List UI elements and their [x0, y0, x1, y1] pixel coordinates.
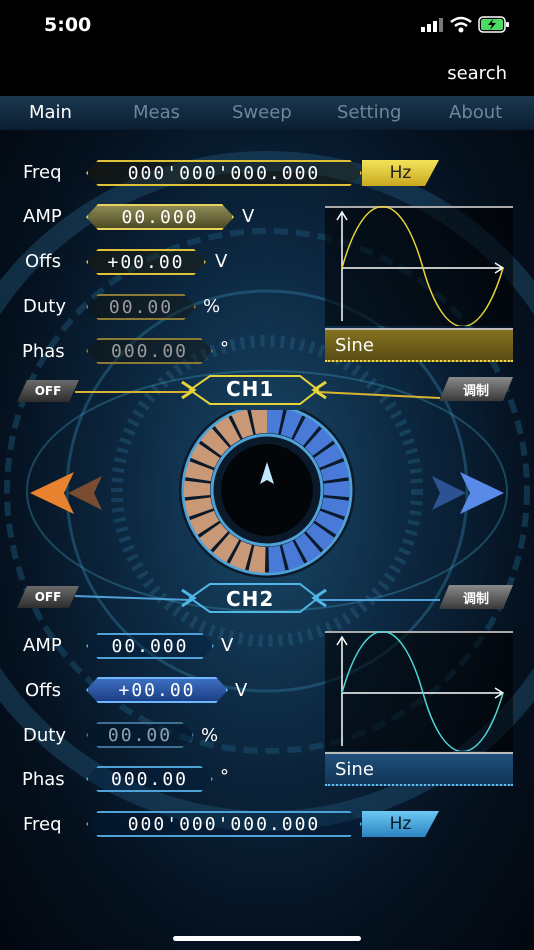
tab-main[interactable]: Main	[29, 102, 72, 123]
ch1-freq-label: Freq	[23, 162, 62, 183]
ch2-phas-field[interactable]: 000.00	[86, 766, 213, 792]
ch2-label: CH2	[226, 587, 275, 611]
ch1-amp-label: AMP	[23, 206, 62, 227]
status-bar: 5:00	[0, 0, 534, 55]
ch1-waveform-preview	[325, 206, 513, 326]
ch2-waveform-preview	[325, 631, 513, 751]
ch2-freq-field[interactable]: 000'000'000.000	[86, 811, 362, 837]
ch1-mod-button[interactable]: 调制	[439, 377, 513, 401]
ch1-phas-label: Phas	[22, 341, 65, 362]
tab-sweep[interactable]: Sweep	[232, 102, 292, 123]
rotary-knob-icon[interactable]	[160, 410, 374, 580]
ch1-off-button[interactable]: OFF	[17, 380, 79, 402]
tab-setting[interactable]: Setting	[337, 102, 401, 123]
ch2-duty-label: Duty	[23, 725, 66, 746]
ch2-offs-unit: V	[235, 680, 248, 701]
ch2-amp-field[interactable]: 00.000	[86, 633, 214, 659]
battery-charging-icon	[478, 16, 509, 33]
ch1-phas-field[interactable]: 000.00	[86, 338, 213, 364]
ch1-offs-field[interactable]: +00.00	[86, 249, 206, 275]
ch1-waveform-select[interactable]: Sine	[325, 328, 513, 362]
ch2-mod-button[interactable]: 调制	[439, 585, 513, 609]
ch2-amp-unit: V	[221, 635, 234, 656]
ch1-duty-unit: %	[203, 296, 221, 317]
ch2-duty-unit: %	[201, 725, 219, 746]
ch2-duty-field[interactable]: 00.00	[86, 722, 194, 748]
tab-meas[interactable]: Meas	[133, 102, 180, 123]
home-indicator[interactable]	[173, 936, 361, 941]
ch1-freq-field[interactable]: 000'000'000.000	[86, 160, 362, 186]
ch2-phas-unit: °	[220, 766, 229, 787]
status-time: 5:00	[44, 14, 92, 36]
ch1-amp-field[interactable]: 00.000	[86, 204, 234, 230]
left-arrow-icon[interactable]	[30, 470, 110, 516]
ch2-phas-label: Phas	[22, 769, 65, 790]
ch1-duty-field[interactable]: 00.00	[86, 294, 196, 320]
ch2-waveform-select[interactable]: Sine	[325, 752, 513, 786]
ch2-offs-label: Offs	[25, 680, 61, 701]
search-button[interactable]: search	[447, 63, 507, 84]
ch1-offs-unit: V	[215, 251, 228, 272]
ch1-offs-label: Offs	[25, 251, 61, 272]
tab-bar: Main Meas Sweep Setting About	[0, 96, 534, 130]
ch2-offs-field[interactable]: +00.00	[86, 677, 228, 703]
ch1-label: CH1	[226, 377, 275, 401]
ch2-freq-label: Freq	[23, 814, 62, 835]
wifi-icon	[450, 16, 472, 33]
ch1-phas-unit: °	[220, 338, 229, 359]
tab-about[interactable]: About	[449, 102, 502, 123]
cell-signal-icon	[421, 18, 443, 32]
right-arrow-icon[interactable]	[424, 470, 504, 516]
ch2-amp-label: AMP	[23, 635, 62, 656]
ch1-amp-unit: V	[242, 206, 255, 227]
ch2-off-button[interactable]: OFF	[17, 586, 79, 608]
ch1-duty-label: Duty	[23, 296, 66, 317]
